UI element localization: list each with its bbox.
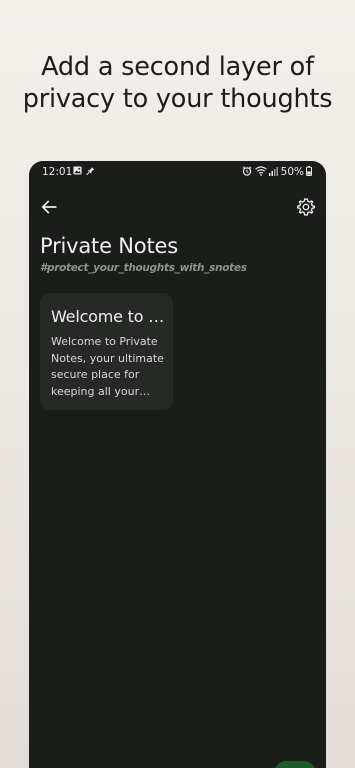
wifi-icon — [255, 166, 267, 176]
page-title: Private Notes — [40, 234, 178, 258]
promo-headline-line2: privacy to your thoughts — [22, 84, 333, 114]
gear-icon[interactable] — [296, 197, 316, 217]
pin-icon — [86, 167, 95, 176]
promo-headline: Add a second layer of privacy to your th… — [0, 51, 355, 115]
image-icon — [73, 166, 82, 175]
phone-screen: 12:01 50% Private Notes #protect_your_th… — [29, 161, 326, 768]
battery-percent: 50% — [280, 166, 304, 178]
status-bar: 12:01 50% — [29, 161, 326, 183]
note-body: Welcome to Private Notes, your ultimate … — [51, 335, 164, 398]
arrow-left-icon[interactable] — [39, 197, 59, 217]
alarm-icon — [242, 166, 252, 176]
status-time: 12:01 — [42, 166, 73, 178]
promo-headline-line1: Add a second layer of — [41, 52, 314, 82]
battery-icon — [306, 166, 312, 176]
note-card[interactable]: Welcome to Private Notes Welcome to Priv… — [40, 293, 173, 410]
signal-icon — [269, 167, 278, 176]
app-bar — [29, 193, 326, 221]
add-note-button[interactable] — [274, 761, 316, 768]
note-title: Welcome to Private Notes — [51, 307, 166, 326]
page-tagline: #protect_your_thoughts_with_snotes — [40, 262, 247, 274]
